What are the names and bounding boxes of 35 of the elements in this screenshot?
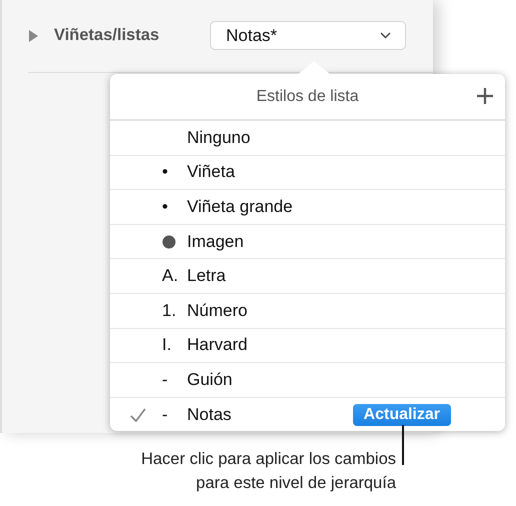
list-marker: • (162, 196, 168, 217)
list-style-label: Ninguno (187, 128, 250, 148)
callout-text: Hacer clic para aplicar los cambios (141, 449, 396, 470)
list-style-item[interactable]: • Viñeta (110, 154, 505, 190)
list-style-label: Notas (187, 404, 232, 425)
list-marker: I. (162, 335, 172, 356)
popover-title: Estilos de lista (256, 88, 359, 106)
list-style-label: Imagen (187, 232, 244, 252)
list-style-label: Guión (187, 370, 232, 390)
list-marker: • (162, 162, 168, 182)
list-style-item[interactable]: - Notas Actualizar (110, 396, 505, 432)
list-style-label: Número (187, 300, 248, 321)
callout-text: para este nivel de jerarquía (196, 473, 396, 494)
image-bullet-icon (162, 234, 176, 249)
list-marker: 1. (162, 300, 176, 321)
section-label: Viñetas/listas (54, 26, 160, 45)
list-style-item[interactable]: Ninguno (110, 121, 505, 155)
list-style-item[interactable]: • Viñeta grande (110, 189, 505, 224)
list-style-item[interactable]: A. Letra (110, 258, 505, 293)
list-style-label: Harvard (187, 335, 248, 356)
style-dropdown[interactable]: Notas* (210, 21, 406, 50)
list-marker: - (162, 404, 168, 425)
list-marker: A. (162, 266, 178, 286)
add-icon[interactable] (476, 87, 494, 105)
chevron-down-icon (380, 32, 391, 39)
list-style-label: Letra (187, 266, 226, 286)
list-style-item[interactable]: 1. Número (110, 292, 505, 328)
list-style-item[interactable]: - Guión (110, 362, 505, 397)
disclosure-triangle-icon[interactable] (28, 30, 38, 42)
list-style-item[interactable]: I. Harvard (110, 328, 505, 362)
list-style-item[interactable]: Imagen (110, 224, 505, 258)
leader-line (402, 425, 404, 465)
list-style-label: Viñeta grande (187, 196, 293, 217)
list-style-label: Viñeta (187, 162, 235, 182)
list-marker: - (162, 370, 168, 390)
